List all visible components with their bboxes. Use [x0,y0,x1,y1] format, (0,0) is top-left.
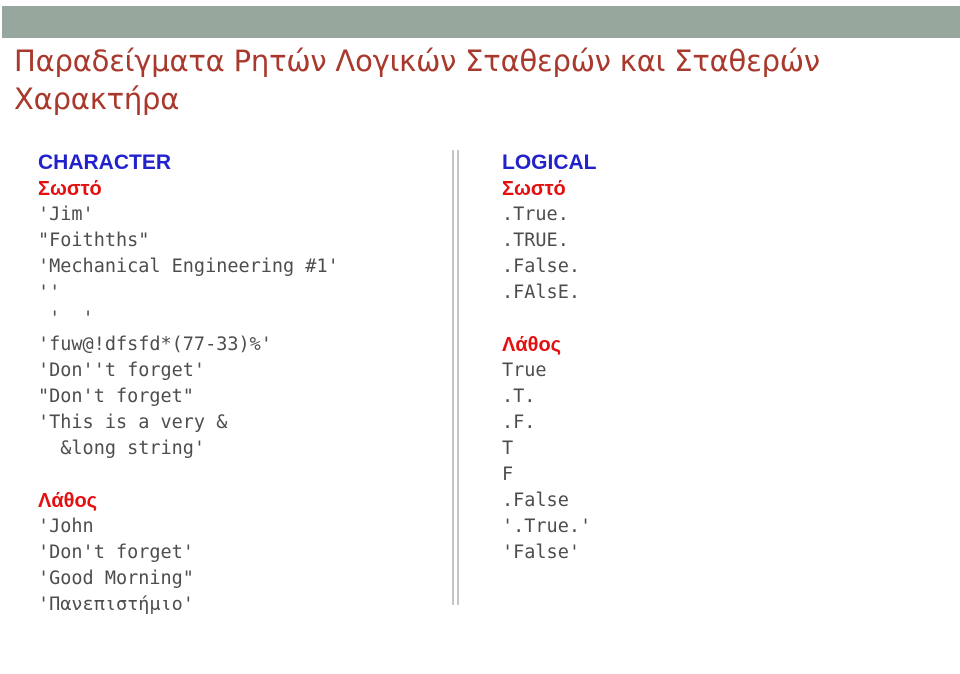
code-line: .False [502,490,569,511]
code-line: &long string' [38,438,206,459]
slide-body: CHARACTER Σωστό 'Jim' "Foithths" 'Mechan… [0,150,960,674]
code-line: ' ' [38,308,94,329]
code-line: F [502,464,514,485]
code-line: .False. [502,256,580,277]
code-line: 'Πανεπιστήμιο' [38,594,194,615]
code-line: 'John [38,516,94,537]
code-line: 'Good Morning" [38,568,194,589]
code-line: 'fuw@!dfsfd*(77-33)%' [38,334,272,355]
column-character: CHARACTER Σωστό 'Jim' "Foithths" 'Mechan… [38,150,448,618]
code-line: .T. [502,386,536,407]
code-line: .TRUE. [502,230,569,251]
code-line: T [502,438,514,459]
slide-title: Παραδείγματα Ρητών Λογικών Σταθερών και … [14,44,820,116]
type-heading-character: CHARACTER [38,151,171,174]
column-divider [452,150,459,605]
code-line: 'Mechanical Engineering #1' [38,256,339,277]
code-line: .FAlsE. [502,282,580,303]
code-line: 'Don''t forget' [38,360,206,381]
column-logical: LOGICAL Σωστό .True. .TRUE. .False. .FAl… [502,150,922,566]
code-line: .F. [502,412,536,433]
group-heading-logical-correct: Σωστό [502,178,566,200]
code-line: "Don't forget" [38,386,194,407]
code-line: True [502,360,547,381]
group-heading-character-wrong: Λάθος [38,490,98,512]
code-line: 'Jim' [38,204,94,225]
decorative-accent-bar [2,6,960,38]
code-line: "Foithths" [38,230,150,251]
code-line: 'Don't forget' [38,542,194,563]
code-line: '.True.' [502,516,592,537]
code-line: 'False' [502,542,580,563]
group-heading-character-correct: Σωστό [38,178,102,200]
type-heading-logical: LOGICAL [502,151,597,174]
code-line: '' [38,282,61,303]
code-line: .True. [502,204,569,225]
group-heading-logical-wrong: Λάθος [502,334,562,356]
code-line: 'This is a very & [38,412,228,433]
